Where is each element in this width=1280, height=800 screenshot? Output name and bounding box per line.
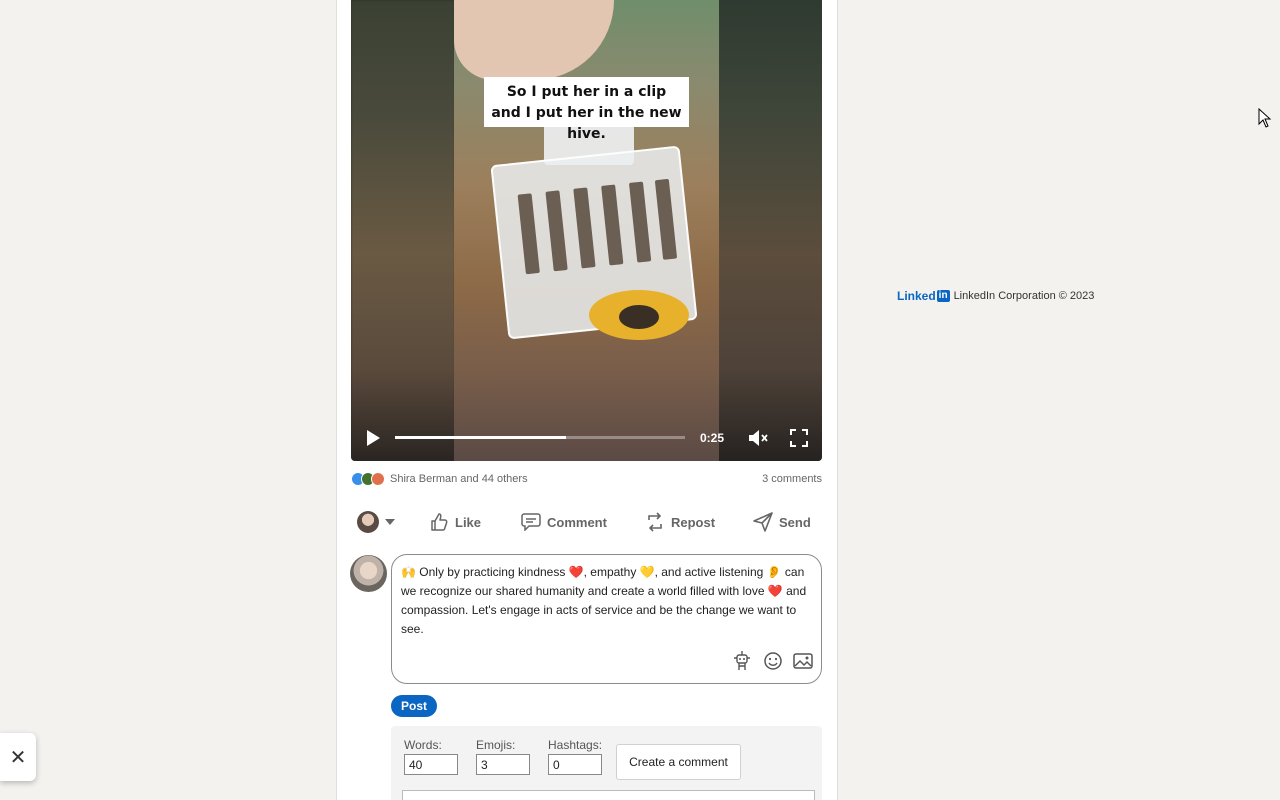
actor-switcher[interactable]: [357, 506, 397, 538]
close-icon: ✕: [9, 746, 27, 769]
comment-input-text[interactable]: 🙌 Only by practicing kindness ❤️, empath…: [401, 563, 813, 639]
video-blurred-background-right: [718, 0, 822, 461]
repost-button[interactable]: Repost: [645, 506, 715, 538]
hashtags-input[interactable]: [548, 754, 602, 775]
social-counts: Shira Berman and 44 others 3 comments: [351, 470, 822, 488]
repost-icon: [648, 512, 662, 532]
clip-slot: [517, 193, 540, 275]
comment-button[interactable]: Comment: [521, 506, 607, 538]
reactors-link[interactable]: Shira Berman and 44 others: [390, 473, 528, 485]
linkedin-page: So I put her in a clip and I put her in …: [0, 0, 1280, 800]
footer-brand: Linked in LinkedIn Corporation © 2023: [897, 288, 1094, 304]
linkedin-logo-text: Linked: [897, 289, 936, 303]
hand-image: [454, 0, 614, 80]
repost-label: Repost: [671, 514, 716, 530]
reaction-icons[interactable]: [351, 472, 387, 486]
robot-icon[interactable]: [731, 650, 753, 677]
words-label: Words:: [404, 738, 442, 752]
like-button[interactable]: Like: [429, 506, 481, 538]
video-progress-bar[interactable]: [395, 436, 685, 439]
emojis-input[interactable]: [476, 754, 530, 775]
hashtags-field: Hashtags:: [548, 738, 602, 775]
linkedin-logo[interactable]: Linked in: [897, 289, 950, 303]
emojis-field: Emojis:: [476, 738, 530, 775]
image-icon[interactable]: [793, 652, 813, 675]
comment-tools: [731, 650, 813, 677]
video-controls: 0:25: [351, 420, 822, 456]
bee-image: [619, 305, 659, 329]
video-progress-fill: [395, 436, 567, 439]
video-blurred-background-left: [351, 0, 455, 461]
video-time: 0:25: [699, 431, 725, 445]
create-comment-button[interactable]: Create a comment: [616, 744, 741, 780]
clip-slot: [573, 187, 596, 269]
emojis-label: Emojis:: [476, 738, 516, 752]
like-label: Like: [455, 514, 482, 530]
thumbs-up-icon: [431, 513, 448, 531]
fullscreen-icon: [790, 429, 808, 447]
send-label: Send: [779, 514, 811, 530]
comment-icon: [521, 513, 541, 531]
post-action-bar: Like Comment Repost Send: [351, 506, 822, 538]
hashtags-label: Hashtags:: [548, 738, 603, 752]
video-frame: [454, 0, 719, 461]
mute-button[interactable]: [746, 420, 770, 456]
caret-down-icon: [385, 519, 395, 525]
comment-generator-panel: Words: Emojis: Hashtags: Create a commen…: [391, 726, 822, 800]
play-button[interactable]: [361, 420, 385, 456]
clip-slot: [654, 178, 678, 260]
clip-slot: [545, 190, 568, 272]
clip-slot: [628, 181, 652, 263]
play-icon: [367, 430, 380, 446]
copyright-text: LinkedIn Corporation © 2023: [953, 290, 1095, 302]
post-comment-button[interactable]: Post: [391, 695, 437, 717]
send-icon: [753, 512, 773, 532]
mouse-cursor-icon: [1258, 108, 1272, 128]
words-field: Words:: [404, 738, 458, 775]
fullscreen-button[interactable]: [787, 420, 811, 456]
words-input[interactable]: [404, 754, 458, 775]
love-reaction-icon: [371, 472, 385, 486]
commenter-avatar[interactable]: [350, 555, 387, 592]
generated-comment-output[interactable]: [402, 790, 815, 800]
close-button[interactable]: ✕: [0, 733, 36, 781]
comment-input[interactable]: 🙌 Only by practicing kindness ❤️, empath…: [391, 554, 822, 684]
volume-mute-icon: [749, 430, 768, 446]
linkedin-logo-in: in: [936, 290, 950, 302]
video-player[interactable]: So I put her in a clip and I put her in …: [351, 0, 822, 461]
send-button[interactable]: Send: [753, 506, 811, 538]
emoji-icon[interactable]: [763, 651, 783, 676]
comments-count-link[interactable]: 3 comments: [762, 473, 822, 485]
comment-label: Comment: [547, 514, 607, 530]
clip-slot: [601, 184, 624, 266]
avatar: [357, 511, 379, 533]
video-caption: So I put her in a clip and I put her in …: [484, 77, 689, 142]
